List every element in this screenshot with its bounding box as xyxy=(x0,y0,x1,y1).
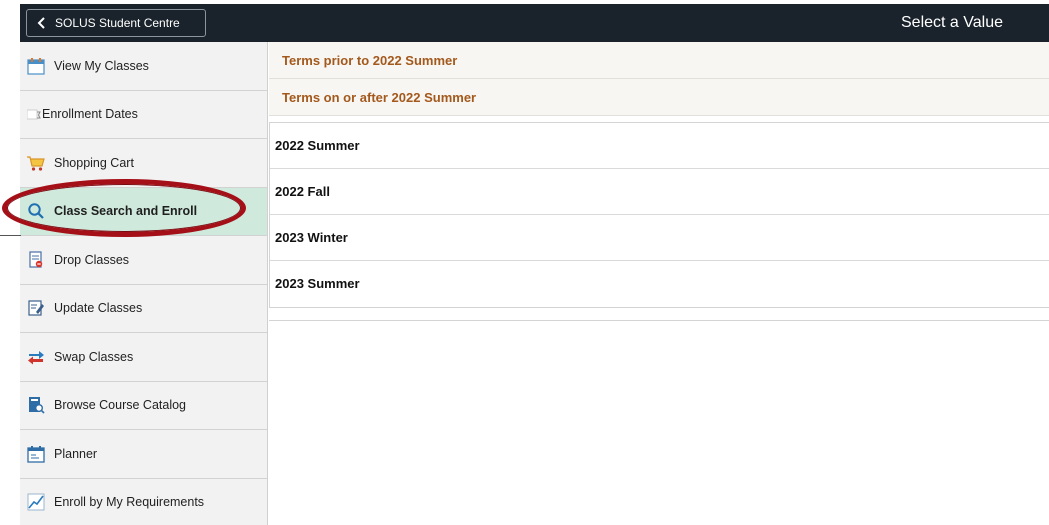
term-list: 2022 Summer 2022 Fall 2023 Winter 2023 S… xyxy=(269,122,1049,308)
sidebar-item-update-classes[interactable]: Update Classes xyxy=(20,284,267,333)
sidebar-item-browse-course-catalog[interactable]: Browse Course Catalog xyxy=(20,381,267,430)
chevron-left-icon xyxy=(37,17,45,29)
list-footer xyxy=(269,308,1049,321)
hourglass-icon xyxy=(26,104,42,124)
search-icon xyxy=(26,201,46,221)
sidebar-item-enrollment-dates[interactable]: Enrollment Dates xyxy=(20,90,267,139)
sidebar-item-label: Shopping Cart xyxy=(54,155,134,170)
sidebar-item-planner[interactable]: Planner xyxy=(20,430,267,479)
list-item[interactable]: 2023 Summer xyxy=(270,261,1049,307)
sidebar-item-label: Drop Classes xyxy=(54,252,130,267)
group-header-terms-prior[interactable]: Terms prior to 2022 Summer xyxy=(269,42,1049,79)
sidebar-item-enroll-by-my-requirements[interactable]: Enroll by My Requirements xyxy=(20,478,267,525)
sidebar-item-class-search-and-enroll[interactable]: Class Search and Enroll xyxy=(20,187,267,236)
sidebar-item-shopping-cart[interactable]: Shopping Cart xyxy=(20,139,267,188)
sidebar-item-label: Browse Course Catalog xyxy=(54,398,187,413)
sidebar-item-label: View My Classes xyxy=(54,58,149,73)
sidebar-item-label: Planner xyxy=(54,446,98,461)
planner-icon xyxy=(26,444,46,464)
page-title: Select a Value xyxy=(901,14,1003,31)
sidebar-item-swap-classes[interactable]: Swap Classes xyxy=(20,333,267,382)
sidebar-item-view-my-classes[interactable]: View My Classes xyxy=(20,42,267,91)
list-item[interactable]: 2023 Winter xyxy=(270,215,1049,261)
shopping-cart-icon xyxy=(26,153,46,173)
sidebar-item-label: Enroll by My Requirements xyxy=(54,495,205,510)
catalog-search-icon xyxy=(26,395,46,415)
back-button[interactable]: SOLUS Student Centre xyxy=(26,9,206,37)
list-item[interactable]: 2022 Fall xyxy=(270,169,1049,215)
divider xyxy=(0,235,21,236)
chart-line-icon xyxy=(26,492,46,512)
sidebar-item-label: Enrollment Dates xyxy=(42,107,138,122)
swap-arrows-icon xyxy=(26,347,46,367)
main-panel: Terms prior to 2022 Summer Terms on or a… xyxy=(269,42,1049,525)
edit-document-icon xyxy=(26,298,46,318)
page: SOLUS Student Centre Select a Value View… xyxy=(0,0,1049,525)
sidebar: View My Classes Enrollment Dates Shoppin… xyxy=(20,42,268,525)
sidebar-item-label: Class Search and Enroll xyxy=(54,204,198,219)
sidebar-item-label: Swap Classes xyxy=(54,349,134,364)
group-header-terms-on-or-after[interactable]: Terms on or after 2022 Summer xyxy=(269,79,1049,116)
sidebar-item-drop-classes[interactable]: Drop Classes xyxy=(20,236,267,285)
drop-document-icon xyxy=(26,250,46,270)
list-item[interactable]: 2022 Summer xyxy=(270,123,1049,169)
header-bar: SOLUS Student Centre Select a Value xyxy=(20,4,1049,42)
sidebar-item-label: Update Classes xyxy=(54,301,143,316)
back-button-label: SOLUS Student Centre xyxy=(55,16,180,30)
calendar-icon xyxy=(26,56,46,76)
